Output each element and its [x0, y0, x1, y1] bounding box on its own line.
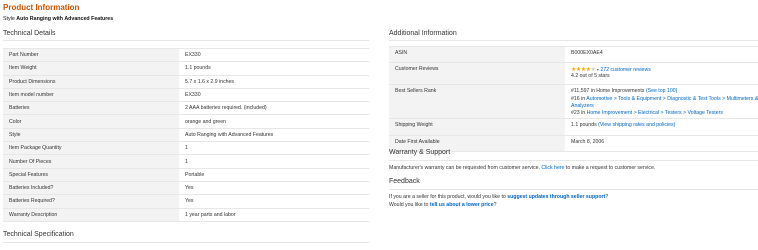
spec-label: Batteries Required?	[3, 194, 179, 209]
spec-value: 1.1 pounds	[179, 61, 369, 76]
spec-label: Warranty Description	[3, 207, 179, 222]
asin-value: B000EX0AE4	[565, 45, 758, 63]
table-row: Batteries 2 AAA batteries required. (incl…	[3, 101, 369, 115]
technical-details-table: Part Number EX330 Item Weight 1.1 pounds Pro…	[3, 47, 369, 222]
spec-label: Style	[3, 127, 179, 142]
technical-specification-heading: Technical Specification	[3, 231, 74, 238]
section-divider	[389, 40, 758, 41]
section-divider	[3, 242, 369, 243]
warranty-text: Manufacturer's warranty can be requested…	[389, 165, 656, 171]
spec-value: Auto Ranging with Advanced Features	[179, 127, 369, 142]
date-first-available-value: March 8, 2006	[565, 134, 758, 152]
asin-label: ASIN	[389, 45, 565, 63]
shipping-weight-label: Shipping Weight	[389, 118, 565, 136]
spec-value: orange and green	[179, 114, 369, 129]
bsr-rank-2: #16 in	[571, 95, 586, 102]
table-row: Item model number EX330	[3, 87, 369, 102]
spec-label: Item Package Quantity	[3, 141, 179, 155]
style-line: Style Auto Ranging with Advanced Feature…	[3, 16, 113, 22]
spec-label: Item model number	[3, 87, 179, 102]
spec-value: 5.7 x 1.6 x 2.9 inches	[179, 74, 369, 89]
chevron-down-icon[interactable]: ▾	[597, 67, 599, 72]
spec-label: Batteries	[3, 101, 179, 115]
page-title: Product Information	[3, 3, 80, 12]
shipping-weight: 1.1 pounds	[571, 122, 597, 129]
table-row: Part Number EX330	[3, 47, 369, 62]
style-label: Style	[3, 16, 15, 22]
spec-value: 1 year parts and labor	[179, 207, 369, 222]
style-value: Auto Ranging with Advanced Features	[16, 16, 114, 22]
table-row: Shipping Weight 1.1 pounds (View shippin…	[389, 118, 758, 136]
bsr-main-rank: #11,597 in Home Improvements	[571, 88, 645, 95]
spec-value: Portable	[179, 167, 369, 182]
table-row: Warranty Description 1 year parts and lab…	[3, 207, 369, 222]
spec-label: Color	[3, 114, 179, 129]
additional-information-heading: Additional Information	[389, 30, 457, 37]
feedback-line-1: If you are a seller for this product, wo…	[389, 194, 609, 200]
table-row: Batteries Included? Yes	[3, 180, 369, 195]
shipping-weight-value: 1.1 pounds (View shipping rates and poli…	[565, 118, 758, 136]
bsr-rank-3: #23 in	[571, 109, 586, 116]
spec-value: 2 AAA batteries required. (included)	[179, 101, 369, 115]
click-here-link[interactable]: Click here	[541, 165, 564, 171]
table-row: Style Auto Ranging with Advanced Features	[3, 127, 369, 142]
spec-value: 1	[179, 154, 369, 169]
spec-value: EX330	[179, 47, 369, 62]
feedback-line-2: Would you like to tell us about a lower …	[389, 202, 497, 208]
shipping-rates-link[interactable]: (View shipping rates and policies)	[598, 122, 675, 128]
table-row: Customer Reviews ★★★★★ ▾ 272 customer re…	[389, 62, 758, 85]
table-row: Batteries Required? Yes	[3, 194, 369, 209]
table-row: Special Features Portable	[3, 167, 369, 182]
suggest-updates-link[interactable]: suggest updates through seller support	[507, 194, 605, 200]
table-row: Color orange and green	[3, 114, 369, 129]
spec-label: Special Features	[3, 167, 179, 182]
spec-label: Batteries Included?	[3, 180, 179, 195]
spec-value: Yes	[179, 180, 369, 195]
best-sellers-rank-label: Best Sellers Rank	[389, 84, 565, 119]
table-row: Best Sellers Rank #11,597 in Home Improv…	[389, 84, 758, 119]
spec-label: Product Dimensions	[3, 74, 179, 89]
lower-price-link[interactable]: tell us about a lower price	[430, 202, 494, 208]
spec-value: EX330	[179, 87, 369, 102]
section-divider	[389, 160, 758, 161]
table-row: Product Dimensions 5.7 x 1.6 x 2.9 inches	[3, 74, 369, 89]
warranty-support-heading: Warranty & Support	[389, 149, 451, 156]
spec-label: Part Number	[3, 47, 179, 62]
feedback-heading: Feedback	[389, 178, 420, 185]
section-divider	[3, 40, 369, 41]
table-row: Item Package Quantity 1	[3, 141, 369, 155]
best-sellers-rank-value: #11,597 in Home Improvements (See top 10…	[565, 84, 758, 119]
customer-reviews-value: ★★★★★ ▾ 272 customer reviews 4.2 out of …	[565, 62, 758, 85]
table-row: Number Of Pieces 1	[3, 154, 369, 169]
bsr-category-link-2[interactable]: Automotive > Tools & Equipment > Diagnos…	[571, 96, 758, 109]
spec-label: Item Weight	[3, 61, 179, 76]
rating-text: 4.2 out of 5 stars	[571, 73, 610, 80]
additional-information-table: ASIN B000EX0AE4 Customer Reviews ★★★★★ ▾…	[389, 45, 758, 152]
spec-label: Number Of Pieces	[3, 154, 179, 169]
spec-value: 1	[179, 141, 369, 155]
spec-value: Yes	[179, 194, 369, 209]
bsr-category-link-3[interactable]: Home Improvement > Electrical > Testers …	[587, 110, 723, 116]
section-divider	[389, 189, 758, 190]
see-top-100-link[interactable]: (See top 100)	[646, 88, 677, 94]
customer-reviews-label: Customer Reviews	[389, 62, 565, 85]
table-row: ASIN B000EX0AE4	[389, 45, 758, 63]
table-row: Item Weight 1.1 pounds	[3, 61, 369, 76]
technical-details-heading: Technical Details	[3, 30, 56, 37]
